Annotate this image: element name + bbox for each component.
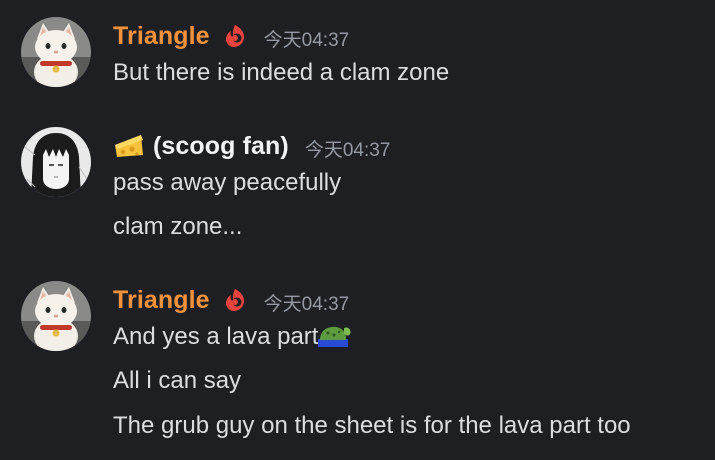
timestamp[interactable]: 今天04:37 (264, 289, 350, 316)
user-avatar[interactable] (21, 127, 91, 197)
user-avatar[interactable] (21, 281, 91, 351)
flame-crescent-icon[interactable] (222, 23, 248, 49)
message-header: Triangle 今天04:37 (113, 21, 349, 51)
message-content: All i can say (113, 367, 242, 394)
message-content: pass away peacefully (113, 169, 342, 196)
timestamp[interactable]: 今天04:37 (264, 25, 350, 52)
flame-crescent-icon[interactable] (222, 287, 248, 313)
user-avatar[interactable] (21, 17, 91, 87)
message-content: And yes a lava part (113, 322, 352, 352)
message-header: (scoog fan) 今天04:37 (113, 131, 390, 161)
cat-avatar-icon (21, 17, 91, 87)
timestamp[interactable]: 今天04:37 (305, 135, 391, 162)
cat-avatar-icon (21, 281, 91, 351)
message-content: The grub guy on the sheet is for the lav… (113, 412, 631, 439)
message-text: And yes a lava part (113, 323, 319, 350)
username[interactable]: Triangle (113, 22, 210, 51)
message-content: But there is indeed a clam zone (113, 59, 450, 86)
username[interactable]: Triangle (113, 286, 210, 315)
chat-message-list: Triangle 今天04:37 But there is indeed a c… (0, 0, 715, 460)
username[interactable]: (scoog fan) (153, 132, 289, 161)
grub-lava-emoji-icon[interactable] (318, 322, 352, 348)
message-content: clam zone... (113, 213, 243, 240)
cheese-icon (113, 131, 145, 161)
message-header: Triangle 今天04:37 (113, 285, 349, 315)
anime-girl-avatar-icon (21, 127, 91, 197)
